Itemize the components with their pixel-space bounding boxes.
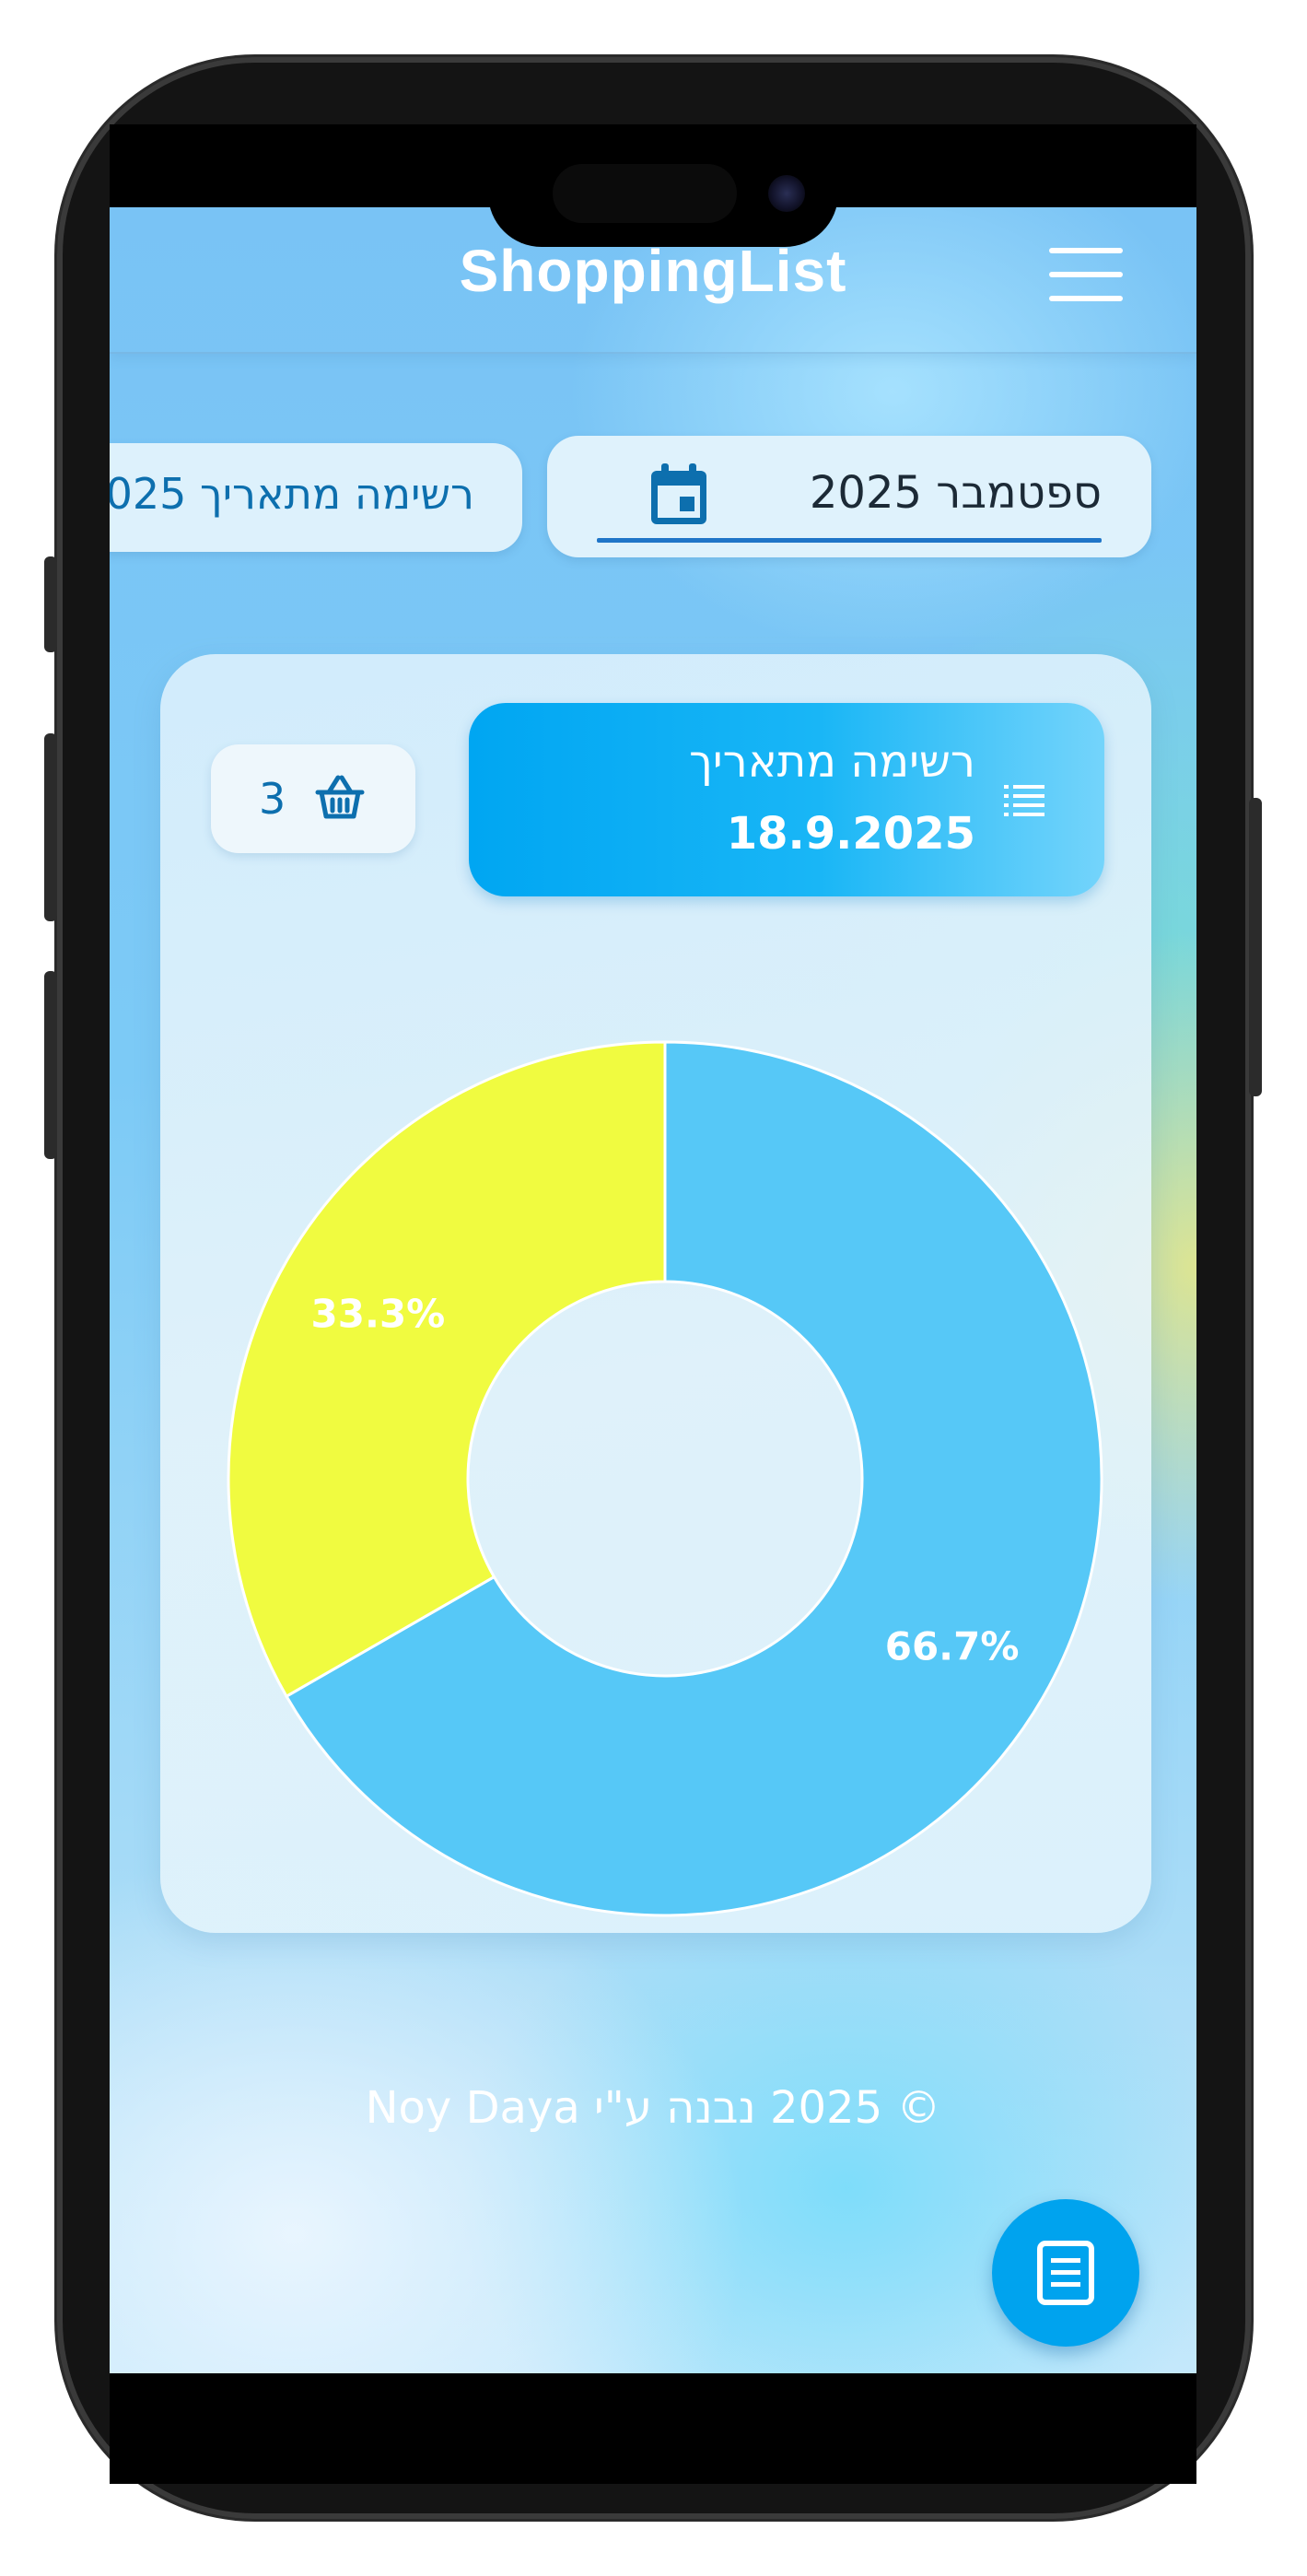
- donut-chart: 66.7% 33.3%: [227, 1040, 1103, 1917]
- island-sensor: [553, 164, 737, 223]
- app-screen: ShoppingList רשימה מתאריך 18.9.2025 ספטמ…: [110, 207, 1196, 2373]
- donut-slice-1: [227, 1040, 667, 1699]
- power-button: [1249, 798, 1262, 1096]
- document-list-icon: [1037, 2241, 1094, 2305]
- hamburger-menu-icon[interactable]: [1049, 248, 1123, 303]
- camera-icon: [768, 175, 805, 212]
- volume-up-button: [44, 733, 57, 921]
- action-button: [44, 556, 57, 652]
- month-picker-value: ספטמבר 2025: [809, 467, 1102, 519]
- calendar-icon[interactable]: [648, 462, 709, 528]
- footer-credits: © 2025 נבנה ע"י Noy Daya: [365, 2082, 941, 2134]
- donut-slice-label-0: 66.7%: [885, 1623, 1020, 1669]
- month-picker-underline: [597, 538, 1102, 543]
- history-list-button-label: רשימה מתאריך 18.9.2025: [110, 469, 474, 519]
- donut-slice-label-1: 33.3%: [311, 1292, 446, 1337]
- list-fab-button[interactable]: [992, 2199, 1139, 2347]
- volume-down-button: [44, 971, 57, 1159]
- app-title: ShoppingList: [459, 238, 847, 304]
- dynamic-island: [488, 140, 838, 247]
- history-list-button[interactable]: רשימה מתאריך 18.9.2025: [110, 443, 522, 552]
- list-card: רשימה מתאריך 18.9.2025 3 66.7% 33.3%: [160, 654, 1151, 1933]
- home-indicator-area: [110, 2373, 1196, 2484]
- month-picker[interactable]: ספטמבר 2025: [547, 436, 1151, 557]
